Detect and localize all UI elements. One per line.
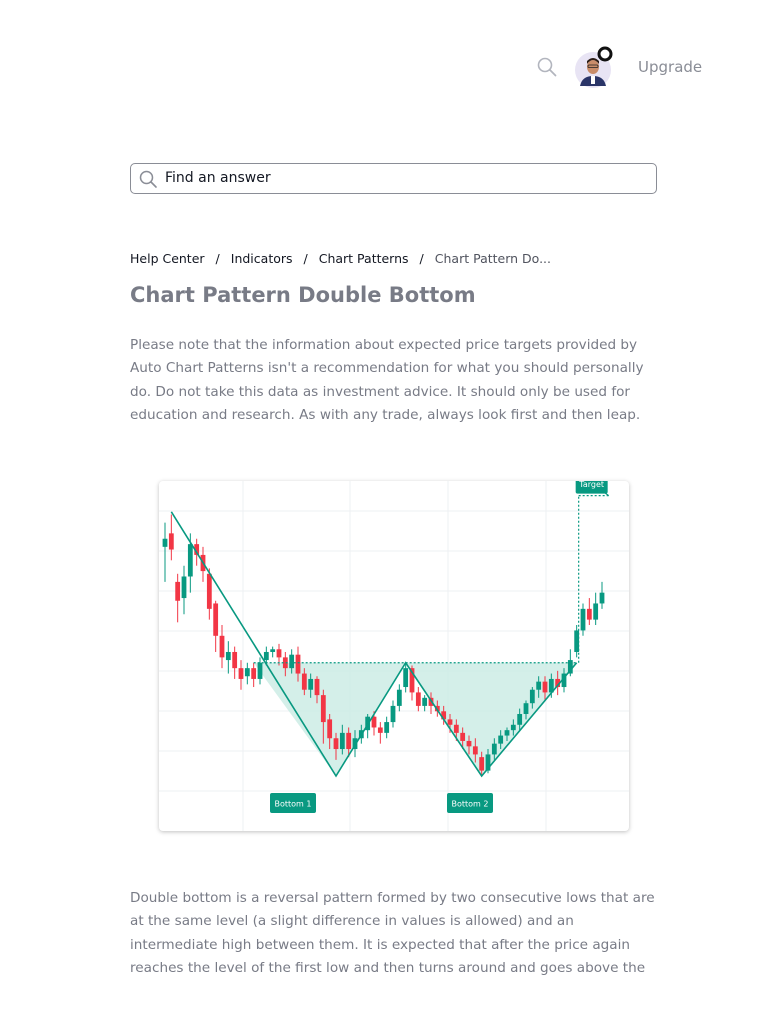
candle-body <box>301 673 307 690</box>
candle-body <box>244 668 250 677</box>
upgrade-link[interactable]: Upgrade <box>638 58 702 76</box>
breadcrumb-chart-patterns[interactable]: Chart Patterns <box>319 251 409 266</box>
candle-body <box>390 705 396 723</box>
candle-body <box>422 697 428 706</box>
page-title: Chart Pattern Double Bottom <box>130 283 476 307</box>
candle-body <box>599 592 605 604</box>
candle-body <box>377 727 383 733</box>
candle-body <box>168 533 174 550</box>
bottom1-label: Bottom 1 <box>275 800 312 809</box>
breadcrumb-separator: / <box>303 251 308 266</box>
candle-body <box>453 724 459 733</box>
candle-body <box>523 703 529 714</box>
search-input[interactable] <box>165 167 645 189</box>
candle-body <box>510 724 516 731</box>
candle-body <box>498 735 504 744</box>
disclaimer-paragraph: Please note that the information about e… <box>130 337 644 423</box>
candle-body <box>447 719 453 725</box>
candle-body <box>542 681 548 693</box>
candle-body <box>181 576 187 599</box>
candle-body <box>162 538 168 547</box>
bottom2-label: Bottom 2 <box>452 800 489 809</box>
candle-body <box>466 740 472 747</box>
breadcrumb: Help Center / Indicators / Chart Patterns / Ch… <box>130 251 551 266</box>
breadcrumb-help-center[interactable]: Help Center <box>130 251 205 266</box>
candle-body <box>308 678 314 690</box>
candle-body <box>276 649 282 658</box>
candle-body <box>251 668 257 679</box>
chart-canvas: Bottom 1 Bottom 2 Target <box>159 481 629 831</box>
candle-body <box>593 603 599 620</box>
candle-body <box>536 681 542 690</box>
candle-body <box>415 692 421 706</box>
breadcrumb-current: Chart Pattern Do... <box>434 251 552 266</box>
search-icon <box>139 170 157 188</box>
candle-body <box>289 654 295 669</box>
candle-body <box>270 649 276 652</box>
description-paragraph: Double bottom is a reversal pattern form… <box>130 890 655 976</box>
candle-body <box>460 732 466 741</box>
candle-body <box>320 695 326 723</box>
candle-body <box>213 603 219 636</box>
candle-body <box>219 635 225 658</box>
candle-body <box>314 678 320 696</box>
double-bottom-chart: Bottom 1 Bottom 2 Target <box>159 481 629 831</box>
candle-body <box>257 662 263 679</box>
candle-body <box>175 581 181 601</box>
candle-body <box>472 746 478 755</box>
candle-body <box>529 689 535 704</box>
candle-body <box>327 719 333 739</box>
candle-body <box>263 651 269 661</box>
candle-body <box>384 722 390 733</box>
candle-body <box>586 608 592 620</box>
candle-body <box>517 713 523 725</box>
candle-body <box>238 668 244 679</box>
candle-body <box>333 738 339 750</box>
user-avatar[interactable] <box>572 46 614 90</box>
candle-body <box>491 743 497 755</box>
candle-body <box>225 651 231 661</box>
breadcrumb-separator: / <box>419 251 424 266</box>
top-header: Upgrade <box>0 40 768 96</box>
breadcrumb-indicators[interactable]: Indicators <box>231 251 293 266</box>
candle-body <box>396 689 402 706</box>
target-label: Target <box>578 481 604 489</box>
candle-body <box>346 732 352 750</box>
search-icon[interactable] <box>536 56 558 78</box>
candle-body <box>232 651 238 669</box>
breadcrumb-separator: / <box>215 251 220 266</box>
candle-body <box>504 730 510 736</box>
candle-body <box>295 654 301 674</box>
candle-body <box>206 573 212 609</box>
candle-body <box>403 668 409 688</box>
help-search-box[interactable] <box>130 163 657 194</box>
candle-body <box>580 608 586 631</box>
candle-body <box>339 732 345 750</box>
candle-body <box>479 757 485 771</box>
candle-body <box>187 544 193 577</box>
